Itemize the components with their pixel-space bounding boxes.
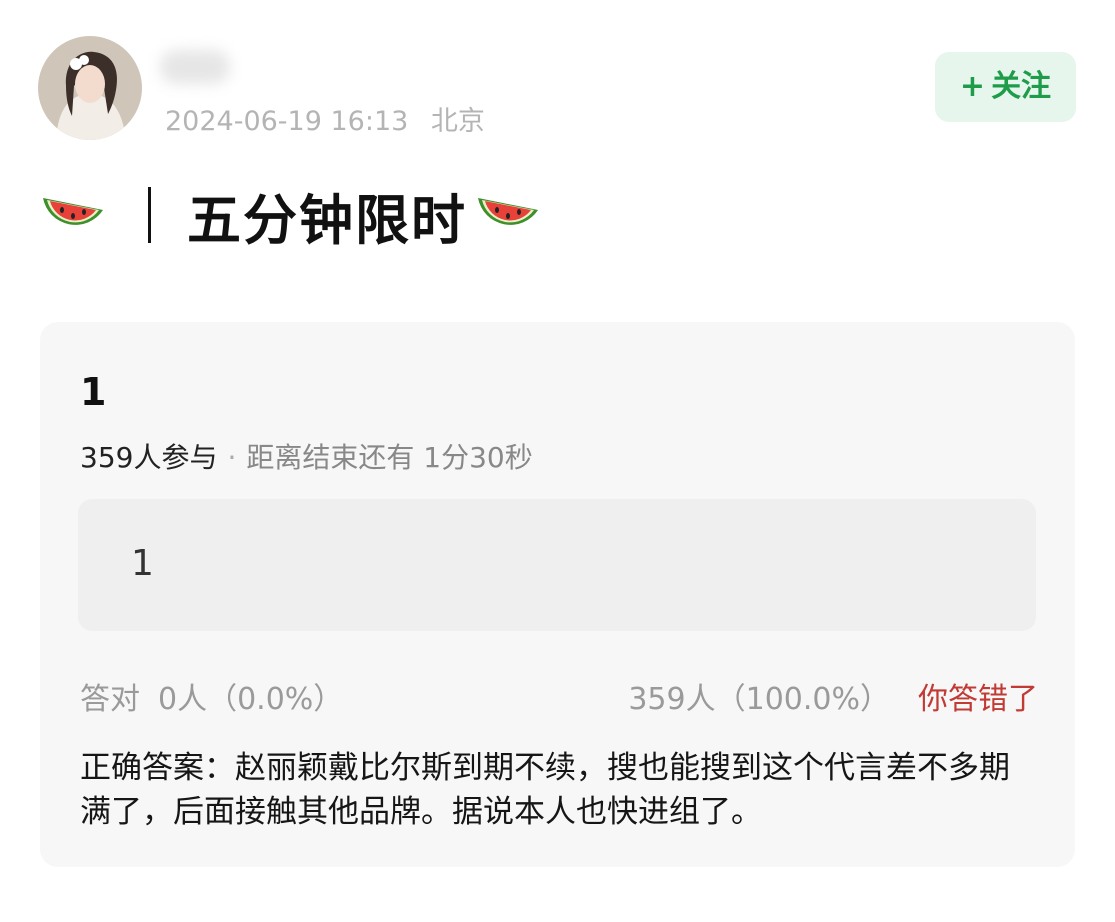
watermelon-icon xyxy=(475,190,541,240)
plus-icon: + xyxy=(959,69,986,104)
post-meta: 2024-06-19 16:13 北京 xyxy=(165,99,485,138)
quiz-stats: 答对 0人（0.0%） 359人（100.0%） 你答错了 xyxy=(80,674,1038,718)
quiz-card: 1 359人参与 · 距离结束还有 1分30秒 1 答对 0人（0.0%） 359人（… xyxy=(40,322,1075,867)
avatar[interactable] xyxy=(38,36,142,140)
post-header: 2024-06-19 16:13 北京 + 关注 xyxy=(0,0,1115,160)
correct-answer: 正确答案：赵丽颖戴比尔斯到期不续，搜也能搜到这个代言差不多期满了，后面接触其他品… xyxy=(80,750,1010,830)
time-remaining: 距离结束还有 1分30秒 xyxy=(246,441,533,474)
quiz-question: 1 xyxy=(80,370,107,414)
option-label: 1 xyxy=(131,543,154,584)
correct-stats: 0人（0.0%） xyxy=(158,682,344,717)
result-badge: 你答错了 xyxy=(918,682,1038,717)
quiz-meta: 359人参与 · 距离结束还有 1分30秒 xyxy=(80,436,533,476)
post-timestamp: 2024-06-19 16:13 xyxy=(165,106,409,137)
participant-count: 359人参与 xyxy=(80,441,218,474)
post-title: 五分钟限时 xyxy=(187,188,467,252)
post-location: 北京 xyxy=(430,106,485,137)
follow-label: 关注 xyxy=(991,69,1052,104)
post-title-row: 五分钟限时 xyxy=(40,175,541,255)
watermelon-icon xyxy=(40,190,106,240)
correct-label: 答对 xyxy=(80,682,140,717)
meta-separator: · xyxy=(227,441,237,474)
username-blurred xyxy=(160,50,230,84)
follow-button[interactable]: + 关注 xyxy=(935,52,1076,122)
title-divider xyxy=(148,187,151,243)
selected-stats: 359人（100.0%） xyxy=(628,682,890,717)
quiz-option[interactable]: 1 xyxy=(78,499,1036,631)
